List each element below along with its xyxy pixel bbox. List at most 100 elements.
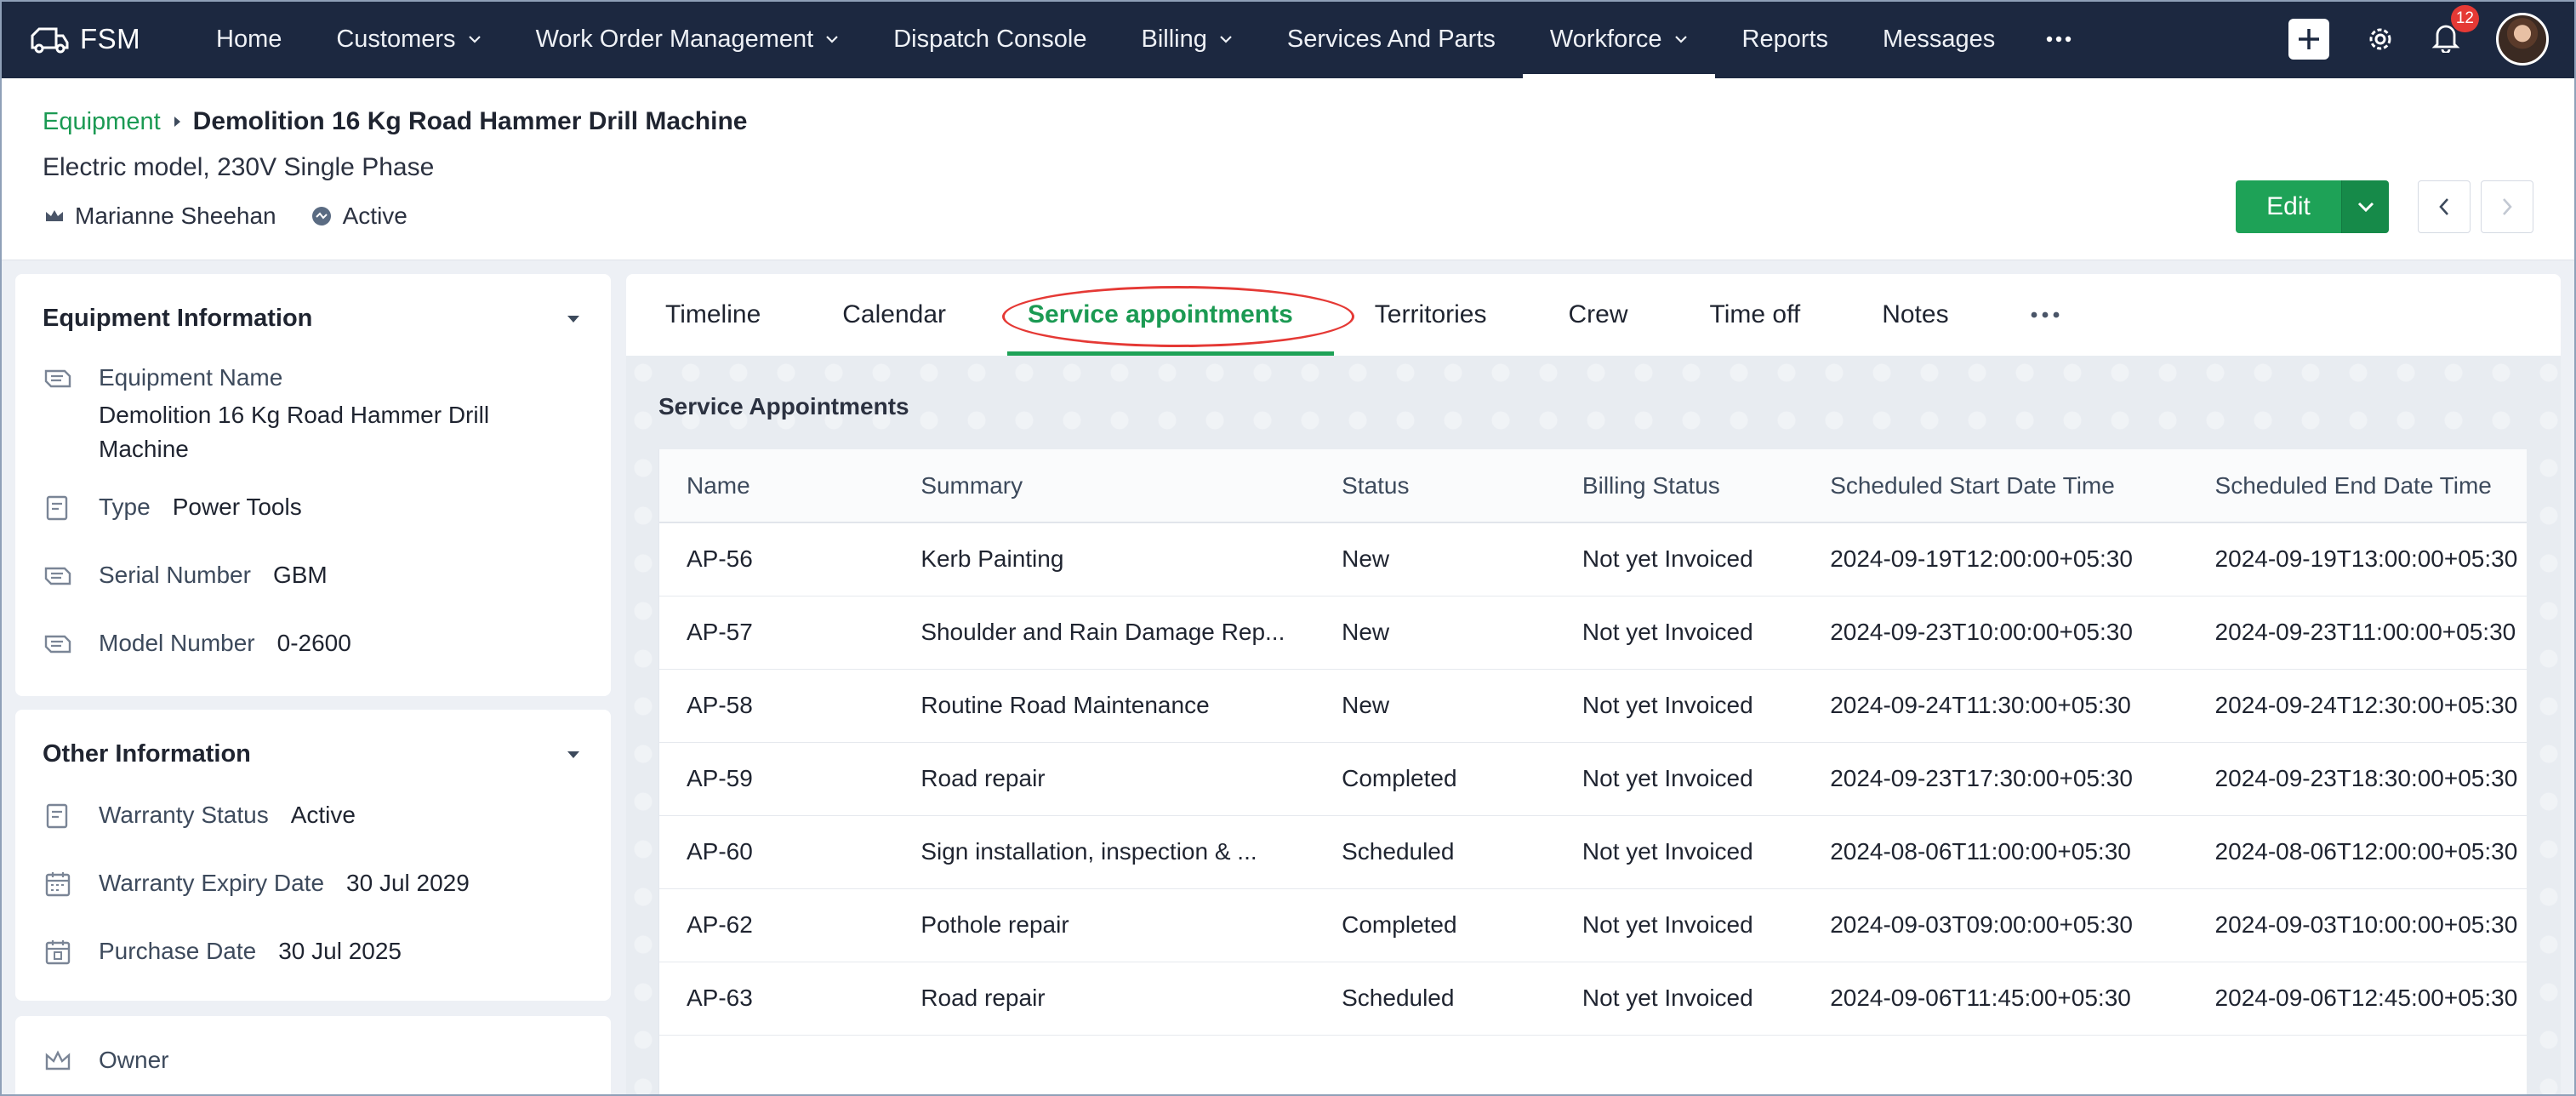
cell-summary: Pothole repair	[893, 888, 1315, 962]
document-icon	[46, 495, 68, 521]
other-information-title: Other Information	[43, 740, 251, 768]
table-header-row: Name Summary Status Billing Status Scheduled…	[659, 449, 2527, 523]
field-value: 0-2600	[276, 630, 351, 656]
cell-scheduled-start-date-time: 2024-09-23T10:00:00+05:30	[1803, 596, 2188, 670]
cell-name[interactable]: AP-57	[659, 596, 894, 670]
field-value: GBM	[272, 562, 328, 588]
cell-status: Completed	[1314, 742, 1555, 816]
cell-summary: Sign installation, inspection & ...	[893, 815, 1315, 889]
table-row[interactable]: AP-60 Sign installation, inspection & ...…	[659, 815, 2527, 889]
user-avatar[interactable]	[2496, 13, 2549, 66]
tab-service-appointments[interactable]: Service appointments	[987, 274, 1354, 356]
edit-dropdown-button[interactable]	[2341, 180, 2389, 233]
nav-item-label: Home	[216, 25, 282, 53]
cell-status: New	[1314, 522, 1555, 597]
cell-name[interactable]: AP-62	[659, 888, 894, 962]
cell-name[interactable]: AP-56	[659, 522, 894, 597]
nav-item-label: Services And Parts	[1286, 25, 1496, 53]
tab-territories[interactable]: Territories	[1334, 274, 1528, 356]
cell-name[interactable]: AP-58	[659, 669, 894, 743]
nav-item-home[interactable]: Home	[189, 0, 309, 78]
appointments-table: Name Summary Status Billing Status Scheduled…	[659, 449, 2527, 1036]
nav-item-messages[interactable]: Messages	[1855, 0, 2022, 78]
nav-item-services-and-parts[interactable]: Services And Parts	[1260, 0, 1523, 78]
collapse-caret-icon[interactable]	[567, 751, 580, 759]
nav-item-work-order-management[interactable]: Work Order Management	[509, 0, 867, 78]
breadcrumb-equipment-link[interactable]: Equipment	[43, 108, 161, 136]
tab-notes[interactable]: Notes	[1841, 274, 1989, 356]
table-row[interactable]: AP-56 Kerb Painting New Not yet Invoiced 202…	[659, 522, 2527, 597]
nav-item-billing[interactable]: Billing	[1114, 0, 1260, 78]
field-label: Equipment Name	[99, 364, 283, 391]
nav-item-workforce[interactable]: Workforce	[1522, 0, 1715, 78]
edit-button[interactable]: Edit	[2236, 180, 2341, 233]
cell-summary: Routine Road Maintenance	[893, 669, 1315, 743]
tab-label: Timeline	[665, 300, 761, 328]
cell-name[interactable]: AP-59	[659, 742, 894, 816]
field-label: Warranty Status	[99, 802, 269, 828]
table-row[interactable]: AP-59 Road repair Completed Not yet Invoice…	[659, 742, 2527, 816]
cell-billing-status: Not yet Invoiced	[1554, 815, 1804, 889]
tabs-more-button[interactable]	[1990, 274, 2100, 356]
cell-billing-status: Not yet Invoiced	[1554, 962, 1804, 1036]
column-header-scheduled-end-date-time[interactable]: Scheduled End Date Time	[2187, 449, 2527, 523]
nav-menu: Home Customers Work Order Management Dispat…	[189, 0, 2022, 78]
gear-icon[interactable]	[2365, 24, 2396, 54]
table-row[interactable]: AP-58 Routine Road Maintenance New Not yet …	[659, 669, 2527, 743]
cell-scheduled-start-date-time: 2024-09-24T11:30:00+05:30	[1803, 669, 2188, 743]
tab-timeline[interactable]: Timeline	[665, 274, 801, 356]
cell-scheduled-end-date-time: 2024-09-23T11:00:00+05:30	[2187, 596, 2527, 670]
cell-billing-status: Not yet Invoiced	[1554, 522, 1804, 597]
column-header-status[interactable]: Status	[1314, 449, 1555, 523]
field-label: Type	[99, 494, 151, 520]
notifications-button[interactable]: 12	[2431, 4, 2479, 57]
nav-item-dispatch-console[interactable]: Dispatch Console	[866, 0, 1114, 78]
column-header-billing-status[interactable]: Billing Status	[1554, 449, 1804, 523]
field-value: Active	[290, 802, 356, 828]
previous-record-button[interactable]	[2418, 180, 2471, 233]
more-horizontal-icon	[2047, 36, 2072, 43]
tag-icon	[44, 567, 71, 585]
owner-card: Owner	[15, 1016, 611, 1096]
field-equipment-name: Equipment Name Demolition 16 Kg Road Ham…	[43, 364, 541, 466]
table-row[interactable]: AP-62 Pothole repair Completed Not yet Invo…	[659, 888, 2527, 962]
column-header-name[interactable]: Name	[659, 449, 894, 523]
tab-time-off[interactable]: Time off	[1669, 274, 1842, 356]
top-nav: FSM Home Customers Work Order Management Di…	[0, 0, 2576, 78]
cell-name[interactable]: AP-60	[659, 815, 894, 889]
plus-icon	[2299, 29, 2319, 49]
record-status: Active	[342, 203, 407, 229]
cell-summary: Shoulder and Rain Damage Rep...	[893, 596, 1315, 670]
table-body: AP-56 Kerb Painting New Not yet Invoiced 202…	[659, 522, 2527, 1036]
table-row[interactable]: AP-57 Shoulder and Rain Damage Rep... New N…	[659, 596, 2527, 670]
quick-create-button[interactable]	[2288, 19, 2329, 60]
nav-item-customers[interactable]: Customers	[309, 0, 508, 78]
cell-summary: Kerb Painting	[893, 522, 1315, 597]
table-row[interactable]: AP-63 Road repair Scheduled Not yet Invoice…	[659, 962, 2527, 1036]
field-warranty-expiry-date: Warranty Expiry Date 30 Jul 2029	[43, 870, 470, 899]
cell-name[interactable]: AP-63	[659, 962, 894, 1036]
tab-label: Calendar	[842, 300, 947, 328]
brand[interactable]: FSM	[27, 22, 189, 56]
edit-button-group: Edit	[2236, 180, 2389, 233]
nav-item-label: Billing	[1141, 25, 1207, 53]
nav-item-reports[interactable]: Reports	[1715, 0, 1856, 78]
tab-label: Notes	[1882, 300, 1949, 328]
crown-icon	[45, 1050, 71, 1070]
column-header-summary[interactable]: Summary	[893, 449, 1315, 523]
tab-crew[interactable]: Crew	[1527, 274, 1668, 356]
collapse-caret-icon[interactable]	[567, 315, 580, 323]
nav-more-button[interactable]	[2022, 36, 2095, 43]
next-record-button[interactable]	[2481, 180, 2533, 233]
tag-icon	[44, 635, 71, 654]
cell-billing-status: Not yet Invoiced	[1554, 669, 1804, 743]
appointments-table-container[interactable]: Name Summary Status Billing Status Scheduled…	[658, 449, 2527, 1096]
document-icon	[46, 803, 68, 829]
page-subtitle: Electric model, 230V Single Phase	[43, 153, 435, 181]
column-header-scheduled-start-date-time[interactable]: Scheduled Start Date Time	[1803, 449, 2188, 523]
field-purchase-date: Purchase Date 30 Jul 2025	[43, 938, 402, 967]
tab-calendar[interactable]: Calendar	[801, 274, 987, 356]
equipment-information-card: Equipment Information Equipment Name Dem…	[15, 274, 611, 696]
cell-billing-status: Not yet Invoiced	[1554, 888, 1804, 962]
field-label: Model Number	[99, 630, 255, 656]
